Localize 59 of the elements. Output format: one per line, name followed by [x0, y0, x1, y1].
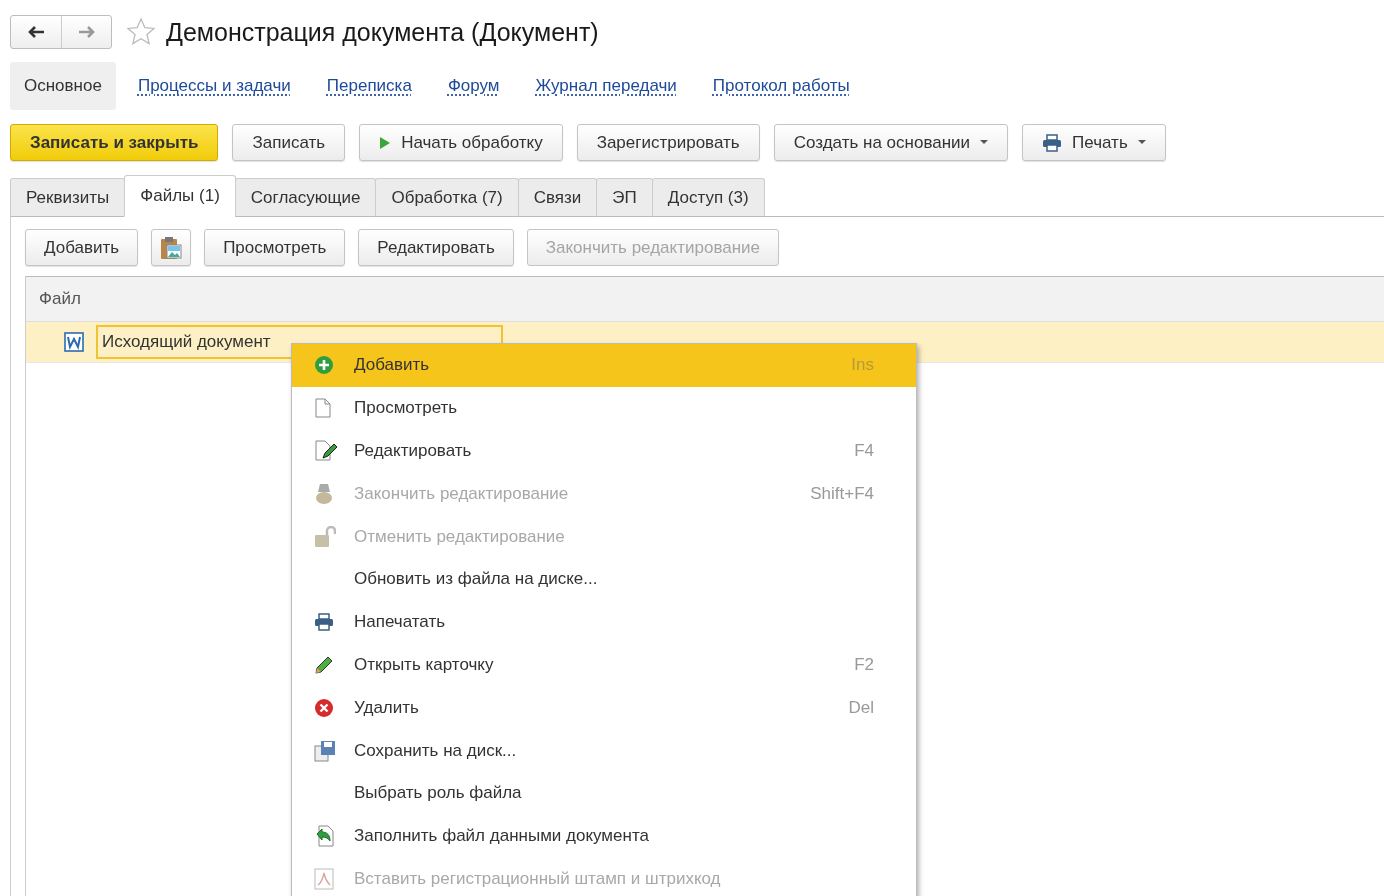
stack-icon — [314, 482, 334, 505]
tab[interactable]: Согласующие — [234, 178, 377, 217]
page-icon — [314, 398, 332, 419]
section-link[interactable]: Переписка — [312, 62, 426, 110]
command-button[interactable]: Зарегистрировать — [576, 124, 760, 161]
command-button[interactable]: Записать — [232, 124, 346, 161]
tab[interactable]: Доступ (3) — [651, 178, 765, 217]
play-icon — [379, 135, 392, 150]
file-toolbar-button[interactable]: Просмотреть — [204, 229, 346, 266]
menu-item[interactable]: Напечатать — [292, 600, 916, 644]
tab[interactable]: Обработка (7) — [375, 178, 519, 217]
delete-icon — [314, 697, 334, 718]
menu-item[interactable]: Заполнить файл данными документа — [292, 814, 916, 858]
paste-button[interactable] — [151, 229, 192, 266]
start-processing-button[interactable]: Начать обработку — [359, 124, 563, 161]
print-button[interactable]: Печать — [1022, 124, 1166, 161]
file-toolbar-button[interactable]: Добавить — [25, 229, 139, 266]
caret-icon — [1137, 140, 1146, 145]
padlock-icon — [314, 525, 336, 548]
create-based-on-button[interactable]: Создать на основании — [773, 124, 1009, 161]
tab[interactable]: Файлы (1) — [124, 175, 236, 217]
menu-item[interactable]: Просмотреть — [292, 386, 916, 430]
menu-item[interactable]: Выбрать роль файла — [292, 771, 916, 815]
pdf-page-icon — [314, 867, 334, 890]
word-document-icon — [64, 332, 84, 352]
menu-item[interactable]: Открыть карточку F2 — [292, 643, 916, 687]
printer-icon — [1042, 133, 1063, 152]
shortcut-label: F2 — [854, 654, 874, 675]
section-link[interactable]: Форум — [433, 62, 514, 110]
star-icon[interactable] — [126, 17, 156, 47]
column-header: Файл — [39, 289, 81, 309]
floppy-disk-icon — [314, 739, 336, 762]
tab[interactable]: Реквизиты — [10, 178, 126, 217]
clipboard-picture-icon — [160, 235, 183, 260]
section-link[interactable]: Процессы и задачи — [123, 62, 305, 110]
page-pencil-icon — [314, 440, 338, 462]
page-arrow-icon — [314, 825, 336, 848]
plus-circle-icon — [314, 355, 334, 376]
caret-icon — [980, 140, 989, 145]
shortcut-label: Del — [848, 697, 874, 718]
section-link[interactable]: Основное — [10, 62, 116, 110]
shortcut-label: F4 — [854, 441, 874, 461]
menu-item[interactable]: Добавить Ins — [292, 344, 916, 387]
shortcut-label: Shift+F4 — [810, 483, 874, 504]
menu-item[interactable]: Удалить Del — [292, 686, 916, 730]
save-and-close-button[interactable]: Записать и закрыть — [10, 124, 219, 161]
tab[interactable]: Связи — [517, 178, 598, 217]
menu-item[interactable]: Обновить из файла на диске... — [292, 558, 916, 601]
file-toolbar-button[interactable]: Редактировать — [358, 229, 514, 266]
section-link[interactable]: Протокол работы — [698, 62, 864, 110]
window-title: Демонстрация документа (Документ) — [166, 17, 599, 47]
printer-icon — [314, 613, 334, 632]
tab[interactable]: ЭП — [596, 178, 653, 217]
menu-item[interactable]: Сохранить на диск... — [292, 729, 916, 772]
section-link[interactable]: Журнал передачи — [521, 62, 691, 110]
menu-item[interactable]: Редактировать F4 — [292, 429, 916, 473]
arrow-right-icon — [77, 26, 96, 38]
arrow-left-icon — [27, 26, 45, 38]
pencil-icon — [314, 654, 334, 675]
